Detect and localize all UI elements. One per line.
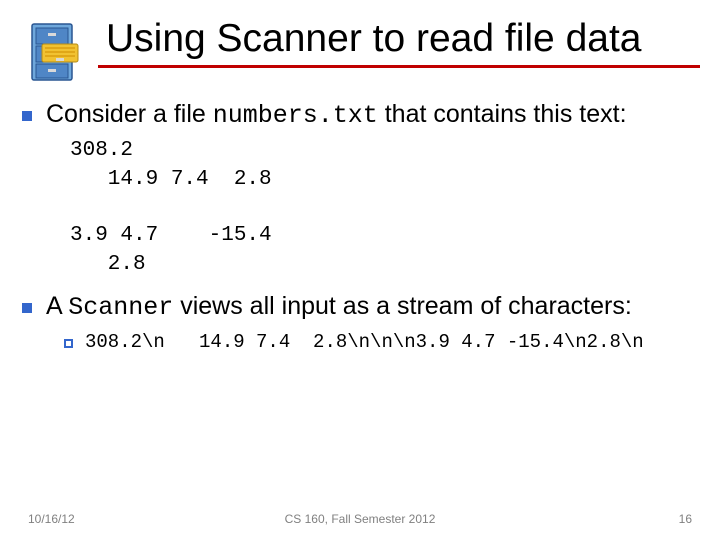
footer-page: 16	[679, 512, 692, 526]
bullet-text: A Scanner views all input as a stream of…	[46, 291, 698, 323]
square-bullet-icon	[22, 111, 32, 121]
text-segment: A	[46, 292, 68, 320]
file-cabinet-icon	[28, 18, 98, 89]
code-segment: numbers.txt	[213, 101, 378, 130]
code-segment: Scanner	[68, 293, 173, 322]
bullet-text: Consider a file numbers.txt that contain…	[46, 99, 698, 131]
text-segment: that contains this text:	[378, 100, 627, 128]
square-bullet-icon	[22, 303, 32, 313]
slide-title: Using Scanner to read file data	[106, 18, 700, 61]
slide-footer: 10/16/12 CS 160, Fall Semester 2012 16	[0, 512, 720, 526]
title-block: Using Scanner to read file data	[98, 18, 700, 68]
bullet-scanner: A Scanner views all input as a stream of…	[22, 291, 698, 323]
stream-text: 308.2\n 14.9 7.4 2.8\n\n\n3.9 4.7 -15.4\…	[85, 331, 644, 355]
text-segment: Consider a file	[46, 100, 213, 128]
text-segment: views all input as a stream of character…	[173, 292, 632, 320]
slide-content: Consider a file numbers.txt that contain…	[0, 89, 720, 355]
bullet-consider: Consider a file numbers.txt that contain…	[22, 99, 698, 131]
sub-bullet-stream: 308.2\n 14.9 7.4 2.8\n\n\n3.9 4.7 -15.4\…	[22, 331, 698, 355]
footer-date: 10/16/12	[28, 512, 75, 526]
slide: Using Scanner to read file data Consider…	[0, 0, 720, 540]
file-contents-block: 308.2 14.9 7.4 2.8 3.9 4.7 -15.4 2.8	[70, 137, 698, 279]
slide-header: Using Scanner to read file data	[0, 0, 720, 89]
footer-center: CS 160, Fall Semester 2012	[0, 512, 720, 526]
hollow-square-bullet-icon	[64, 339, 73, 348]
